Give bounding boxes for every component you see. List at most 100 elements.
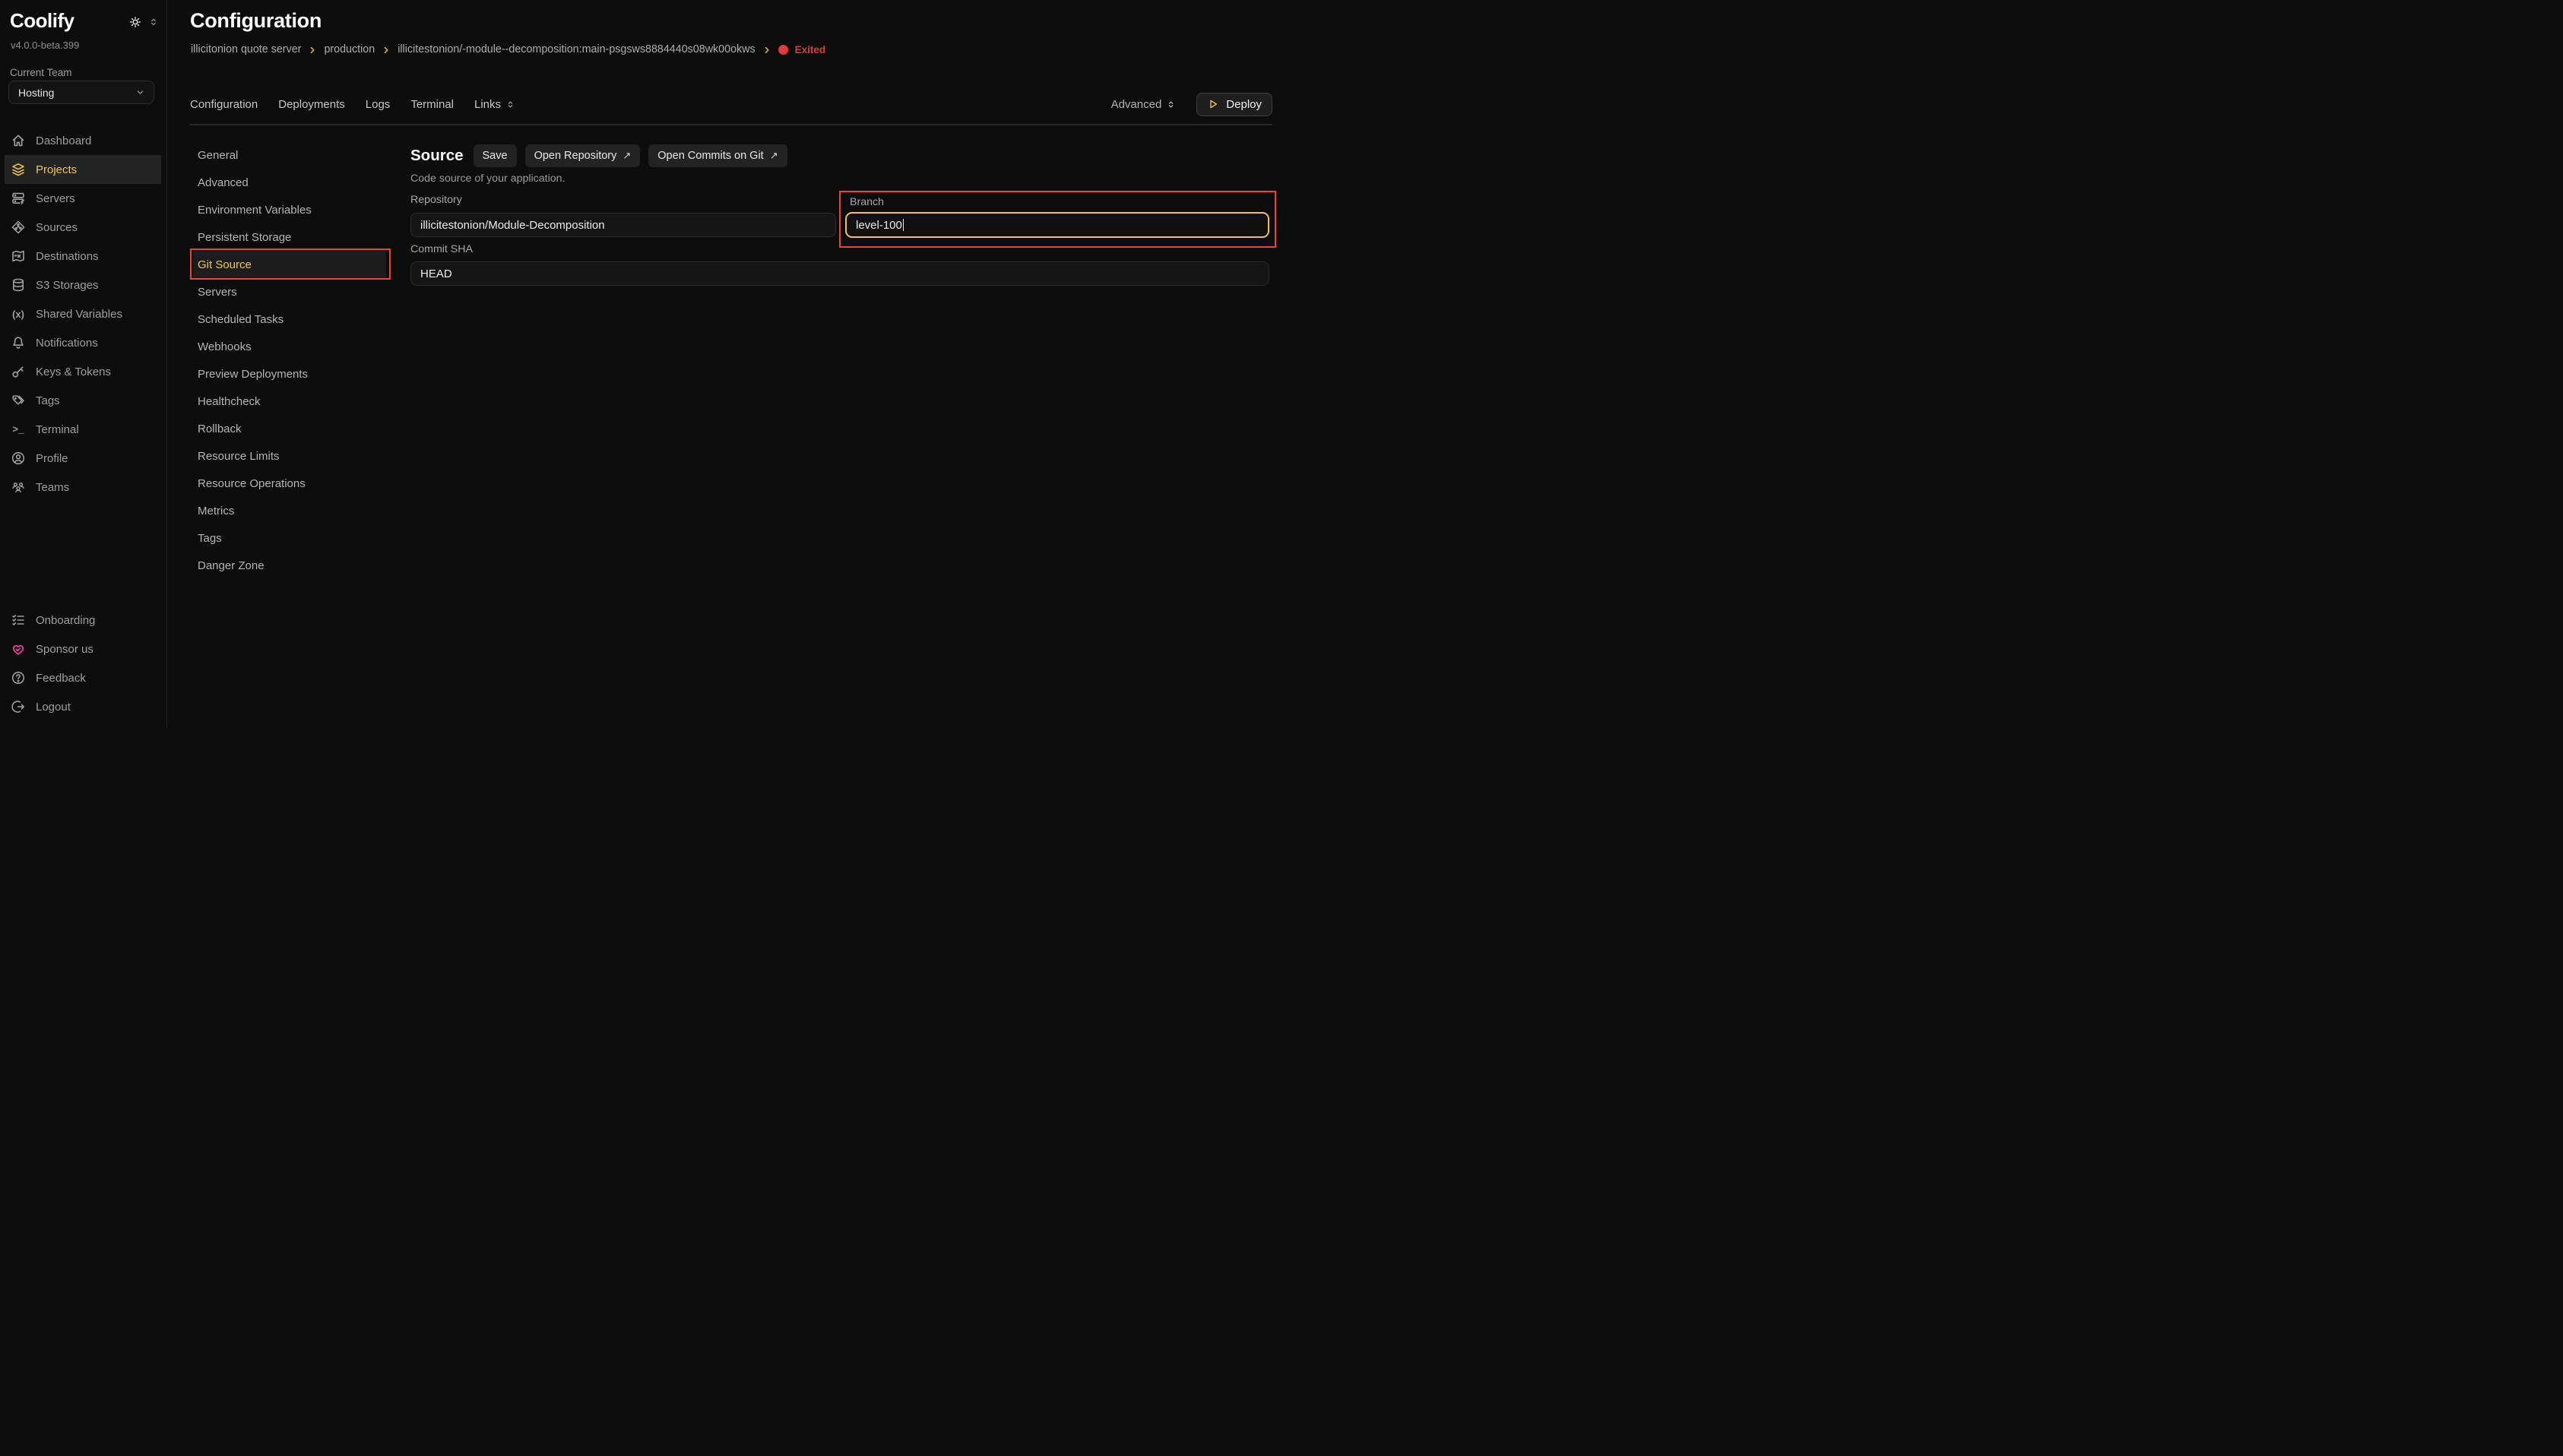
sidebar-item-tags[interactable]: Tags (5, 386, 161, 415)
open-commits-button[interactable]: Open Commits on Git ↗ (648, 144, 787, 167)
server-icon (11, 191, 26, 206)
subnav-item-general[interactable]: General (193, 141, 386, 169)
sidebar-item-onboarding[interactable]: Onboarding (5, 606, 161, 635)
breadcrumb-project[interactable]: illicitonion quote server (191, 43, 301, 55)
sidebar: Coolify v4.0.0-beta.399 Current Team Hos… (0, 0, 167, 728)
heart-icon (11, 641, 26, 657)
map-icon (11, 248, 26, 264)
tag-icon (11, 393, 26, 408)
tab-configuration[interactable]: Configuration (190, 98, 258, 111)
subnav-item-servers[interactable]: Servers (193, 278, 386, 305)
text-cursor (903, 219, 904, 231)
subnav-item-persistent-storage[interactable]: Persistent Storage (193, 223, 386, 251)
play-icon (1207, 98, 1219, 110)
team-select[interactable]: Hosting (8, 81, 154, 104)
users-icon (11, 480, 26, 495)
subnav-item-danger-zone[interactable]: Danger Zone (193, 552, 386, 579)
section-title: Source (410, 147, 464, 165)
chevrons-updown-icon (505, 100, 515, 109)
sidebar-nav: Dashboard Projects Servers Sources Desti… (0, 126, 166, 502)
subnav-item-tags[interactable]: Tags (193, 524, 386, 552)
chevron-down-icon (135, 87, 146, 98)
repository-label: Repository (410, 194, 462, 206)
chevrons-updown-icon (1166, 100, 1176, 109)
sidebar-item-keys-tokens[interactable]: Keys & Tokens (5, 357, 161, 386)
team-select-value: Hosting (18, 87, 54, 99)
external-link-icon: ↗ (770, 150, 778, 162)
subnav-item-preview-deployments[interactable]: Preview Deployments (193, 360, 386, 388)
repository-input[interactable] (410, 213, 836, 237)
theme-switcher-chevrons-icon[interactable] (148, 17, 159, 27)
subnav-item-healthcheck[interactable]: Healthcheck (193, 388, 386, 415)
sidebar-item-sponsor[interactable]: Sponsor us (5, 635, 161, 663)
main-content: Configuration illicitonion quote server … (167, 0, 1282, 728)
subnav-item-environment-variables[interactable]: Environment Variables (193, 196, 386, 223)
sidebar-item-logout[interactable]: Logout (5, 692, 161, 721)
subnav-item-webhooks[interactable]: Webhooks (193, 333, 386, 360)
current-team-label: Current Team (10, 67, 72, 78)
app-logo: Coolify (10, 9, 74, 33)
sidebar-footer-nav: Onboarding Sponsor us Feedback Logout (0, 606, 166, 721)
variables-icon: (x) (11, 306, 26, 321)
sidebar-item-projects[interactable]: Projects (5, 155, 161, 184)
chevron-right-icon (762, 46, 771, 55)
sidebar-item-shared-variables[interactable]: (x) Shared Variables (5, 299, 161, 328)
tabbar: Configuration Deployments Logs Terminal … (190, 93, 1272, 116)
sidebar-item-profile[interactable]: Profile (5, 444, 161, 473)
chevron-right-icon (308, 46, 317, 55)
terminal-icon: >_ (11, 422, 26, 437)
sidebar-item-teams[interactable]: Teams (5, 473, 161, 502)
sidebar-item-destinations[interactable]: Destinations (5, 242, 161, 271)
git-source-icon (11, 220, 26, 235)
subnav-item-metrics[interactable]: Metrics (193, 497, 386, 524)
chevron-right-icon (382, 46, 391, 55)
sidebar-item-feedback[interactable]: Feedback (5, 663, 161, 692)
source-header: Source Save Open Repository ↗ Open Commi… (410, 144, 787, 167)
help-icon (11, 670, 26, 685)
tab-links[interactable]: Links (474, 98, 515, 111)
sidebar-item-notifications[interactable]: Notifications (5, 328, 161, 357)
status-dot-icon (778, 45, 788, 55)
layers-icon (11, 162, 26, 177)
advanced-menu[interactable]: Advanced (1111, 98, 1177, 111)
open-repository-button[interactable]: Open Repository ↗ (525, 144, 641, 167)
database-icon (11, 277, 26, 293)
key-icon (11, 364, 26, 379)
status-badge: Exited (795, 44, 826, 55)
bell-icon (11, 335, 26, 350)
logout-icon (11, 699, 26, 714)
sidebar-item-servers[interactable]: Servers (5, 184, 161, 213)
save-button[interactable]: Save (474, 144, 517, 167)
branch-label: Branch (850, 196, 884, 208)
config-subnav: General Advanced Environment Variables P… (193, 141, 386, 579)
subnav-item-resource-limits[interactable]: Resource Limits (193, 442, 386, 470)
sidebar-item-dashboard[interactable]: Dashboard (5, 126, 161, 155)
tabbar-divider (190, 124, 1272, 125)
tab-deployments[interactable]: Deployments (278, 98, 345, 111)
sidebar-item-terminal[interactable]: >_ Terminal (5, 415, 161, 444)
tab-logs[interactable]: Logs (366, 98, 391, 111)
breadcrumb-application[interactable]: illicitestonion/-module--decomposition:m… (398, 43, 755, 55)
breadcrumb: illicitonion quote server production ill… (191, 43, 825, 55)
user-icon (11, 451, 26, 466)
sidebar-item-s3-storages[interactable]: S3 Storages (5, 271, 161, 299)
external-link-icon: ↗ (623, 150, 631, 162)
deploy-button[interactable]: Deploy (1196, 93, 1272, 116)
breadcrumb-environment[interactable]: production (324, 43, 375, 55)
home-icon (11, 133, 26, 148)
theme-sun-icon[interactable] (128, 15, 142, 29)
coolify-app: Coolify v4.0.0-beta.399 Current Team Hos… (0, 0, 1282, 728)
subnav-item-git-source[interactable]: Git Source (193, 251, 386, 278)
subnav-item-scheduled-tasks[interactable]: Scheduled Tasks (193, 305, 386, 333)
branch-input[interactable]: level-100 (845, 212, 1269, 238)
checklist-icon (11, 612, 26, 628)
commit-sha-input[interactable] (410, 261, 1269, 286)
subnav-item-rollback[interactable]: Rollback (193, 415, 386, 442)
page-title: Configuration (190, 9, 322, 33)
subnav-item-resource-operations[interactable]: Resource Operations (193, 470, 386, 497)
app-version: v4.0.0-beta.399 (11, 40, 79, 51)
section-description: Code source of your application. (410, 173, 565, 185)
sidebar-item-sources[interactable]: Sources (5, 213, 161, 242)
tab-terminal[interactable]: Terminal (410, 98, 454, 111)
subnav-item-advanced[interactable]: Advanced (193, 169, 386, 196)
